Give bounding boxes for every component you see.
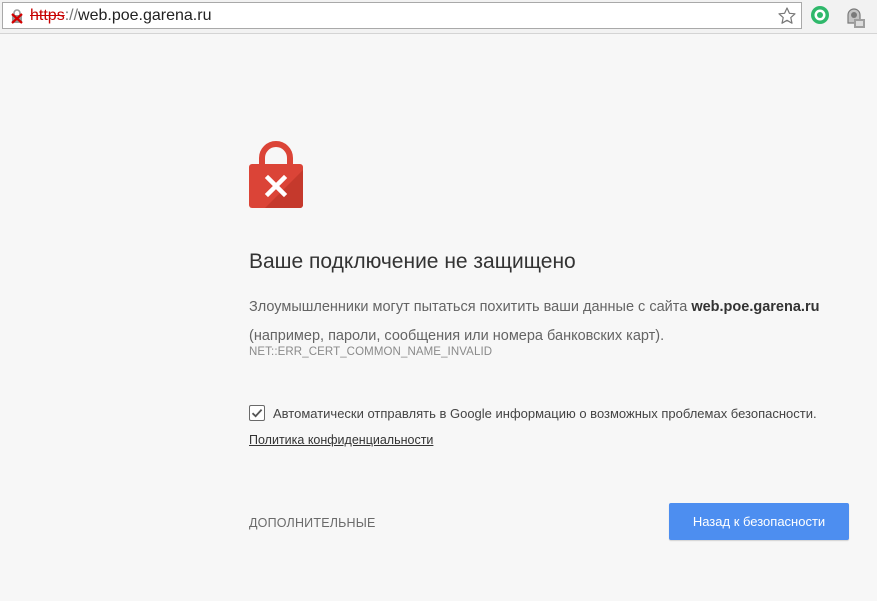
report-checkbox[interactable] bbox=[249, 405, 265, 421]
gray-extension-icon[interactable] bbox=[842, 5, 866, 29]
url-text[interactable]: https://web.poe.garena.ru bbox=[30, 7, 211, 25]
url-separator: :// bbox=[64, 7, 79, 24]
error-description: Злоумышленники могут пытаться похитить в… bbox=[249, 293, 849, 351]
description-suffix: (например, пароли, сообщения или номера … bbox=[249, 328, 665, 344]
browser-toolbar: https://web.poe.garena.ru bbox=[0, 0, 877, 34]
report-checkbox-label[interactable]: Автоматически отправлять в Google информ… bbox=[273, 406, 817, 421]
url-scheme: https bbox=[30, 7, 65, 24]
page-title: Ваше подключение не защищено bbox=[249, 250, 576, 273]
green-circle-extension-icon[interactable] bbox=[810, 5, 830, 25]
description-prefix: Злоумышленники могут пытаться похитить в… bbox=[249, 299, 692, 315]
url-host: web.poe.garena.ru bbox=[78, 7, 212, 24]
description-site: web.poe.garena.ru bbox=[691, 299, 820, 315]
advanced-details-button[interactable]: ДОПОЛНИТЕЛЬНЫЕ bbox=[249, 516, 376, 530]
error-code: NET::ERR_CERT_COMMON_NAME_INVALID bbox=[249, 346, 493, 358]
broken-lock-icon[interactable] bbox=[9, 8, 25, 24]
checkmark-icon bbox=[251, 408, 263, 418]
red-padlock-x-icon bbox=[249, 141, 303, 208]
back-to-safety-button[interactable]: Назад к безопасности bbox=[669, 503, 849, 540]
address-bar[interactable]: https://web.poe.garena.ru bbox=[2, 2, 802, 29]
star-icon[interactable] bbox=[777, 6, 797, 26]
privacy-policy-link[interactable]: Политика конфиденциальности bbox=[249, 433, 433, 447]
